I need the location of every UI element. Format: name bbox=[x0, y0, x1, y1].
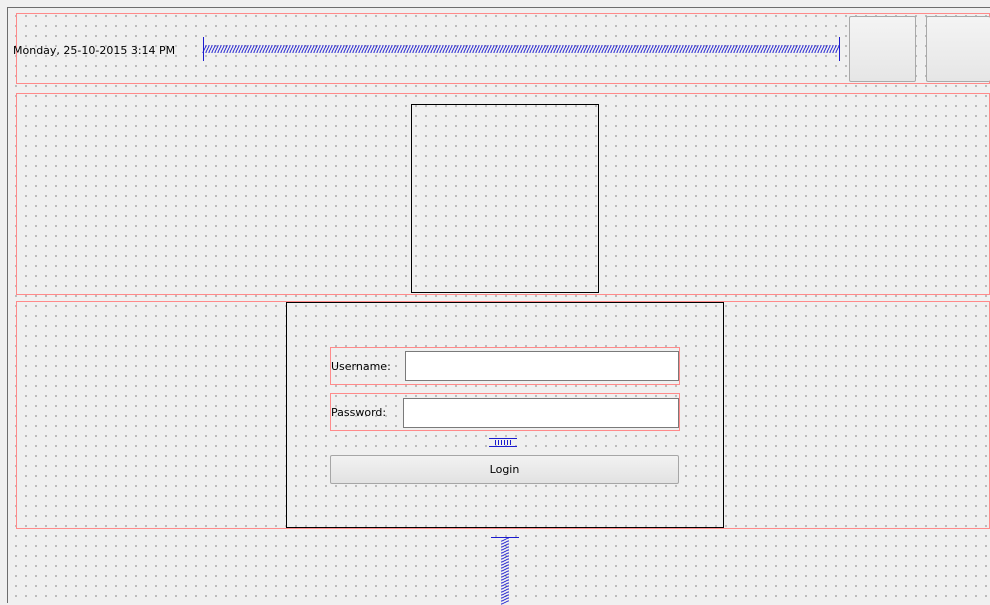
login-button[interactable]: Login bbox=[330, 455, 679, 484]
datetime-label: Monday, 25-10-2015 3:14 PM bbox=[13, 44, 176, 57]
horizontal-spacer-icon[interactable] bbox=[202, 37, 841, 61]
username-input[interactable] bbox=[405, 351, 679, 381]
header-button-1[interactable] bbox=[849, 16, 916, 82]
small-vertical-spacer-icon[interactable] bbox=[489, 438, 517, 447]
password-input[interactable] bbox=[403, 398, 679, 428]
username-label: Username: bbox=[331, 360, 391, 373]
password-row: Password: bbox=[330, 393, 680, 431]
username-row: Username: bbox=[330, 347, 680, 385]
vertical-spacer-icon[interactable] bbox=[491, 537, 519, 605]
header-button-2[interactable] bbox=[926, 16, 990, 82]
image-frame bbox=[411, 104, 599, 293]
password-label: Password: bbox=[331, 406, 387, 419]
